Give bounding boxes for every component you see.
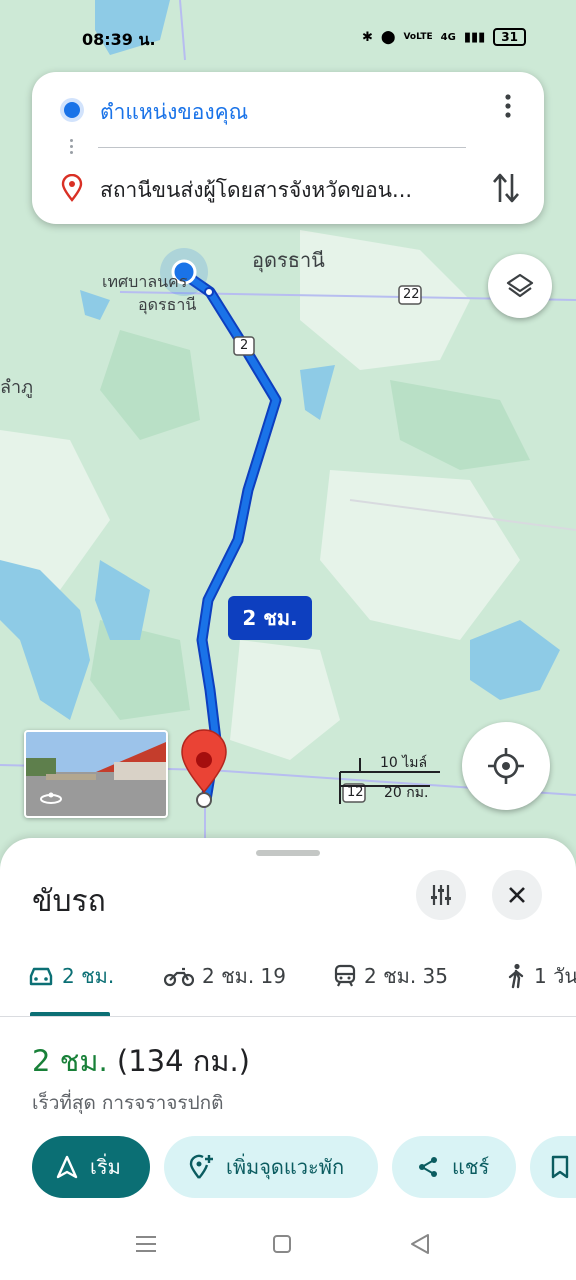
route-time-badge[interactable]: 2 ชม.: [228, 596, 312, 640]
walk-icon: [508, 963, 524, 989]
route-subtitle: เร็วที่สุด การจราจรปกติ: [32, 1092, 224, 1114]
route-summary: 2 ชม. (134 กม.): [32, 1038, 250, 1084]
travel-mode-tabs: 2 ชม. 2 ชม. 19 2 ชม. 35 1 วัน: [0, 956, 576, 1018]
tab-motorcycle-label: 2 ชม. 19: [202, 964, 287, 988]
add-stop-label: เพิ่มจุดแวะพัก: [226, 1155, 345, 1179]
map-label-city: อุดรธานี: [252, 248, 325, 272]
action-chips: เริ่ม เพิ่มจุดแวะพัก แชร์: [0, 1136, 576, 1200]
map-label-municipality-2: อุดรธานี: [138, 295, 197, 314]
highway-shield-22: 22: [403, 287, 420, 302]
status-bar: 08:39 น. ✱ ⬤ VoLTE 4G ▮▮▮ 31: [0, 20, 576, 60]
bookmark-icon: [551, 1155, 569, 1179]
destination-text[interactable]: สถานีขนส่งผู้โดยสารจังหวัดขอน...: [100, 174, 470, 207]
swap-directions-icon[interactable]: [490, 170, 522, 206]
highway-shield-2: 2: [240, 338, 249, 353]
route-options-button[interactable]: [416, 870, 466, 920]
save-button[interactable]: [530, 1136, 576, 1198]
menu-icon[interactable]: [134, 1232, 158, 1256]
rotate-360-icon: [40, 792, 62, 804]
navigation-arrow-icon: [56, 1155, 78, 1179]
bluetooth-icon: ✱: [361, 29, 373, 45]
start-label: เริ่ม: [90, 1155, 121, 1179]
origin-row[interactable]: ตำแหน่งของคุณ: [32, 80, 544, 140]
sheet-title: ขับรถ: [32, 884, 106, 919]
system-nav-bar: [0, 1212, 576, 1280]
destination-pin-icon: [61, 174, 83, 202]
add-stop-button[interactable]: เพิ่มจุดแวะพัก: [164, 1136, 378, 1198]
row-divider: [98, 147, 466, 148]
close-icon: [509, 887, 525, 903]
map-label-municipality: เทศบาลนคร: [102, 272, 188, 291]
route-distance: (134 กม.): [116, 1044, 250, 1078]
home-icon[interactable]: [270, 1232, 294, 1256]
share-label: แชร์: [452, 1155, 490, 1179]
map-scale: 10 ไมล์ 20 กม.: [340, 748, 440, 804]
status-time: 08:39 น.: [82, 30, 156, 49]
tab-walk-label: 1 วัน: [534, 964, 576, 988]
sheet-drag-handle[interactable]: [256, 850, 320, 856]
tabs-divider: [0, 1016, 576, 1017]
battery-icon: 31: [493, 28, 526, 46]
more-options-icon[interactable]: [494, 92, 522, 120]
origin-text[interactable]: ตำแหน่งของคุณ: [100, 96, 470, 129]
tab-drive[interactable]: 2 ชม.: [28, 956, 114, 996]
origin-dot-icon: [64, 102, 80, 118]
scale-km: 20 กม.: [384, 785, 429, 801]
route-dots-icon: [70, 136, 74, 158]
destination-row[interactable]: สถานีขนส่งผู้โดยสารจังหวัดขอน...: [32, 158, 544, 218]
tab-motorcycle[interactable]: 2 ชม. 19: [164, 956, 286, 996]
volte-icon: VoLTE: [403, 32, 433, 42]
tab-walk[interactable]: 1 วัน: [506, 956, 576, 996]
tab-drive-label: 2 ชม.: [62, 964, 115, 988]
scale-miles: 10 ไมล์: [380, 755, 428, 771]
route-time-text: 2 ชม.: [242, 606, 298, 630]
transit-icon: [334, 964, 356, 987]
tab-transit-label: 2 ชม. 35: [364, 964, 449, 988]
close-button[interactable]: [492, 870, 542, 920]
signal-icon: ▮▮▮: [463, 29, 486, 45]
share-button[interactable]: แชร์: [392, 1136, 516, 1198]
layers-icon: [506, 273, 534, 298]
route-duration: 2 ชม.: [32, 1044, 108, 1078]
tab-transit[interactable]: 2 ชม. 35: [334, 956, 448, 996]
directions-card: ตำแหน่งของคุณ สถานีขนส่งผู้โดยสารจังหวัด…: [32, 72, 544, 224]
back-icon[interactable]: [408, 1232, 432, 1256]
street-view-thumbnail[interactable]: [24, 730, 168, 818]
add-location-icon: [189, 1154, 213, 1179]
crosshair-icon: [488, 748, 524, 784]
status-icons: ✱ ⬤ VoLTE 4G ▮▮▮ 31: [362, 28, 526, 46]
share-icon: [419, 1157, 437, 1177]
car-icon: [29, 967, 53, 986]
layers-button[interactable]: [488, 254, 552, 318]
network-4g-icon: 4G: [440, 31, 456, 43]
motorcycle-icon: [164, 967, 194, 987]
start-button[interactable]: เริ่ม: [32, 1136, 150, 1198]
location-icon: ⬤: [380, 29, 396, 45]
my-location-button[interactable]: [462, 722, 550, 810]
tune-icon: [431, 885, 451, 905]
map-label-left: ลำภู: [0, 377, 34, 398]
